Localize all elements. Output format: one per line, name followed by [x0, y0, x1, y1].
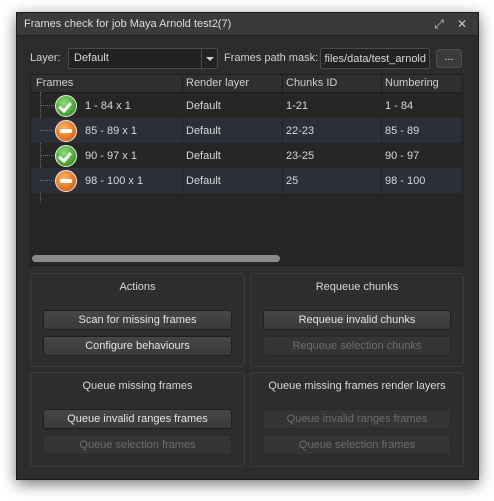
- minus-circle-icon: [55, 120, 77, 142]
- layer-combo-value: Default: [74, 52, 109, 64]
- browse-button[interactable]: ...: [436, 49, 462, 68]
- configure-behaviours-button[interactable]: Configure behaviours: [43, 336, 232, 356]
- layer-combo[interactable]: Default: [68, 48, 218, 69]
- frames-table: Frames Render layer Chunks ID Numbering …: [30, 74, 463, 266]
- cell-frames: 85 - 89 x 1: [85, 125, 137, 137]
- table-row[interactable]: 1 - 84 x 1 Default 1-21 1 - 84: [31, 93, 462, 118]
- cell-numbering: 98 - 100: [385, 175, 426, 187]
- table-row[interactable]: 98 - 100 x 1 Default 25 98 - 100: [31, 168, 462, 193]
- actions-title: Actions: [119, 281, 156, 293]
- cell-layer: Default: [186, 100, 221, 112]
- requeue-chunks-title: Requeue chunks: [315, 281, 399, 293]
- requeue-chunks-group: Requeue chunks Requeue invalid chunks Re…: [250, 273, 464, 367]
- cell-chunks: 23-25: [286, 150, 315, 162]
- header-frames[interactable]: Frames: [36, 77, 73, 89]
- mask-input-wrapper[interactable]: [320, 48, 430, 69]
- check-circle-icon: [55, 95, 77, 117]
- cell-numbering: 1 - 84: [385, 100, 414, 112]
- header-numbering[interactable]: Numbering: [385, 77, 439, 89]
- title-bar: Frames check for job Maya Arnold test2(7…: [17, 13, 478, 36]
- queue-missing-frames-title: Queue missing frames: [82, 380, 193, 392]
- table-row[interactable]: 85 - 89 x 1 Default 22-23 85 - 89: [31, 118, 462, 143]
- cell-numbering: 90 - 97: [385, 150, 420, 162]
- minus-circle-icon: [55, 170, 77, 192]
- cell-frames: 90 - 97 x 1: [85, 150, 137, 162]
- cell-chunks: 1-21: [286, 100, 309, 112]
- requeue-selection-chunks-button[interactable]: Requeue selection chunks: [263, 336, 451, 356]
- chevron-down-icon: [201, 49, 217, 68]
- cell-frames: 98 - 100 x 1: [85, 175, 144, 187]
- cell-frames: 1 - 84 x 1: [85, 100, 131, 112]
- queue-layers-invalid-ranges-button[interactable]: Queue invalid ranges frames: [263, 409, 451, 429]
- layer-label: Layer:: [30, 52, 61, 64]
- scrollbar-thumb[interactable]: [32, 255, 280, 262]
- maximize-icon[interactable]: ⤢: [431, 16, 447, 32]
- queue-invalid-ranges-button[interactable]: Queue invalid ranges frames: [43, 409, 232, 429]
- cell-chunks: 22-23: [286, 125, 315, 137]
- mask-label: Frames path mask:: [224, 52, 319, 64]
- cell-chunks: 25: [286, 175, 299, 187]
- cell-layer: Default: [186, 150, 221, 162]
- header-chunks-id[interactable]: Chunks ID: [286, 77, 337, 89]
- window-title: Frames check for job Maya Arnold test2(7…: [24, 18, 232, 30]
- header-render-layer[interactable]: Render layer: [186, 77, 249, 89]
- scan-missing-frames-button[interactable]: Scan for missing frames: [43, 310, 232, 330]
- queue-layers-selection-frames-button[interactable]: Queue selection frames: [263, 435, 451, 455]
- check-circle-icon: [55, 145, 77, 167]
- table-header: Frames Render layer Chunks ID Numbering: [31, 75, 462, 93]
- mask-input[interactable]: [321, 49, 429, 68]
- queue-missing-frames-group: Queue missing frames Queue invalid range…: [30, 372, 245, 467]
- frames-check-window: Frames check for job Maya Arnold test2(7…: [16, 12, 479, 480]
- requeue-invalid-chunks-button[interactable]: Requeue invalid chunks: [263, 310, 451, 330]
- cell-layer: Default: [186, 175, 221, 187]
- cell-numbering: 85 - 89: [385, 125, 420, 137]
- close-icon[interactable]: ✕: [454, 16, 470, 32]
- queue-render-layers-title: Queue missing frames render layers: [268, 380, 446, 392]
- actions-group: Actions Scan for missing frames Configur…: [30, 273, 245, 367]
- queue-render-layers-group: Queue missing frames render layers Queue…: [250, 372, 464, 467]
- table-row[interactable]: 90 - 97 x 1 Default 23-25 90 - 97: [31, 143, 462, 168]
- cell-layer: Default: [186, 125, 221, 137]
- queue-selection-frames-button[interactable]: Queue selection frames: [43, 435, 232, 455]
